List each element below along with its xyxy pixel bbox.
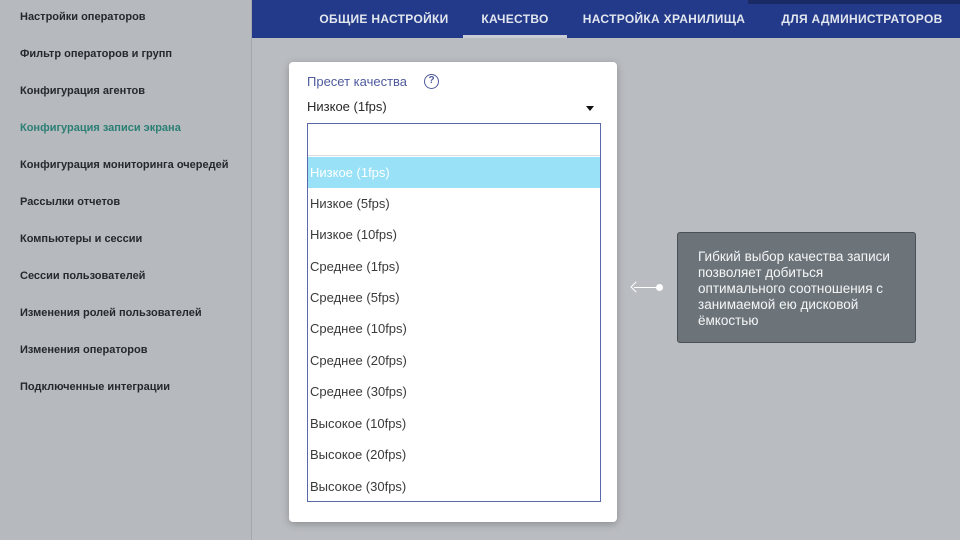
sidebar-item-connected-integrations[interactable]: Подключенные интеграции [20, 381, 170, 393]
callout-text: Гибкий выбор качества записи позволяет д… [698, 249, 890, 328]
sidebar: Настройки операторов Фильтр операторов и… [0, 0, 252, 540]
top-tab-bar: ОБЩИЕ НАСТРОЙКИ КАЧЕСТВО НАСТРОЙКА ХРАНИ… [252, 0, 960, 38]
option-medium-5fps[interactable]: Среднее (5fps) [308, 282, 600, 313]
option-high-20fps[interactable]: Высокое (20fps) [308, 439, 600, 470]
option-medium-20fps[interactable]: Среднее (20fps) [308, 345, 600, 376]
option-low-5fps[interactable]: Низкое (5fps) [308, 188, 600, 219]
sidebar-item-report-mailings[interactable]: Рассылки отчетов [20, 196, 120, 208]
option-high-10fps[interactable]: Высокое (10fps) [308, 408, 600, 439]
tab-general-settings[interactable]: ОБЩИЕ НАСТРОЙКИ [304, 0, 464, 38]
option-high-30fps[interactable]: Высокое (30fps) [308, 471, 600, 502]
sidebar-item-operator-group-filter[interactable]: Фильтр операторов и групп [20, 48, 172, 60]
option-medium-10fps[interactable]: Среднее (10fps) [308, 313, 600, 344]
preset-select-value[interactable]: Низкое (1fps) [307, 99, 387, 114]
option-medium-1fps[interactable]: Среднее (1fps) [308, 251, 600, 282]
sidebar-item-user-role-changes[interactable]: Изменения ролей пользователей [20, 307, 202, 319]
dropdown-search-input[interactable] [308, 124, 600, 156]
option-low-10fps[interactable]: Низкое (10fps) [308, 219, 600, 250]
callout-arrow-icon [630, 281, 642, 293]
sidebar-item-queue-monitoring-config[interactable]: Конфигурация мониторинга очередей [20, 159, 228, 171]
feature-callout: Гибкий выбор качества записи позволяет д… [677, 232, 916, 343]
sidebar-item-operator-changes[interactable]: Изменения операторов [20, 344, 147, 356]
option-medium-30fps[interactable]: Среднее (30fps) [308, 376, 600, 407]
preset-dropdown-list: Низкое (1fps) Низкое (5fps) Низкое (10fp… [307, 123, 601, 502]
sidebar-item-computers-sessions[interactable]: Компьютеры и сессии [20, 233, 142, 245]
callout-pointer-dot [656, 284, 663, 291]
help-icon[interactable]: ? [424, 74, 439, 89]
sidebar-item-operator-settings[interactable]: Настройки операторов [20, 11, 146, 23]
dropdown-arrow-icon[interactable] [586, 106, 594, 111]
sidebar-item-screen-recording-config[interactable]: Конфигурация записи экрана [20, 122, 181, 134]
preset-label: Пресет качества [307, 74, 408, 89]
tab-for-administrators[interactable]: ДЛЯ АДМИНИСТРАТОРОВ [777, 0, 947, 38]
sidebar-item-user-sessions[interactable]: Сессии пользователей [20, 270, 145, 282]
tab-quality[interactable]: КАЧЕСТВО [463, 0, 567, 38]
quality-preset-card: Пресет качества ? Низкое (1fps) Низкое (… [289, 62, 617, 522]
sidebar-item-agent-config[interactable]: Конфигурация агентов [20, 85, 145, 97]
option-low-1fps[interactable]: Низкое (1fps) [308, 157, 600, 188]
tab-storage-settings[interactable]: НАСТРОЙКА ХРАНИЛИЩА [578, 0, 750, 38]
